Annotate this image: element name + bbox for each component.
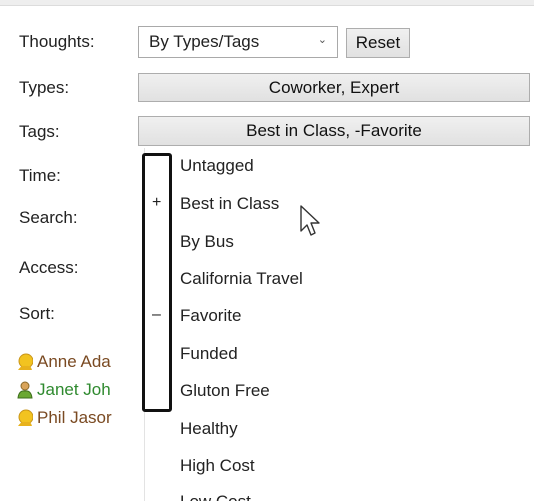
thoughts-dropdown[interactable]: By Types/Tags ⌄: [138, 26, 338, 58]
tag-menu-item-funded[interactable]: Funded: [180, 344, 238, 364]
sort-label: Sort:: [19, 304, 55, 323]
chevron-down-icon: ⌄: [317, 34, 327, 46]
mark-column-highlight: [142, 153, 172, 412]
thoughts-dropdown-value: By Types/Tags: [149, 32, 260, 51]
person-yellow-icon: [18, 353, 33, 370]
tag-menu-item-low-cost[interactable]: Low Cost: [180, 492, 251, 501]
tag-menu-item-healthy[interactable]: Healthy: [180, 419, 238, 439]
search-label: Search:: [19, 208, 78, 227]
person-green-icon: [17, 381, 33, 399]
reset-button[interactable]: Reset: [346, 28, 410, 58]
access-label: Access:: [19, 258, 79, 277]
tags-selector-button[interactable]: Best in Class, -Favorite: [138, 116, 530, 146]
tag-menu-item-gluton-free[interactable]: Gluton Free: [180, 381, 270, 401]
person-name: Janet Joh: [37, 380, 111, 399]
tags-label: Tags:: [19, 122, 60, 141]
person-yellow-icon: [18, 409, 33, 426]
thoughts-label: Thoughts:: [19, 32, 95, 51]
tag-menu-item-best-in-class[interactable]: Best in Class: [180, 194, 279, 214]
person-name: Anne Ada: [37, 352, 111, 371]
tag-menu-item-by-bus[interactable]: By Bus: [180, 232, 234, 252]
person-name: Phil Jasor: [37, 408, 112, 427]
window-top-edge: [0, 0, 534, 6]
mouse-pointer-icon: [300, 205, 320, 236]
tag-menu-item-favorite[interactable]: Favorite: [180, 306, 241, 326]
tag-menu-item-high-cost[interactable]: High Cost: [180, 456, 255, 476]
tag-menu-item-california-travel[interactable]: California Travel: [180, 269, 303, 289]
time-label: Time:: [19, 166, 61, 185]
types-label: Types:: [19, 78, 70, 97]
types-selector-button[interactable]: Coworker, Expert: [138, 73, 530, 102]
tag-menu-item-untagged[interactable]: Untagged: [180, 156, 254, 176]
tags-menu-popup: Untagged + Best in Class By Bus Californ…: [144, 148, 534, 501]
